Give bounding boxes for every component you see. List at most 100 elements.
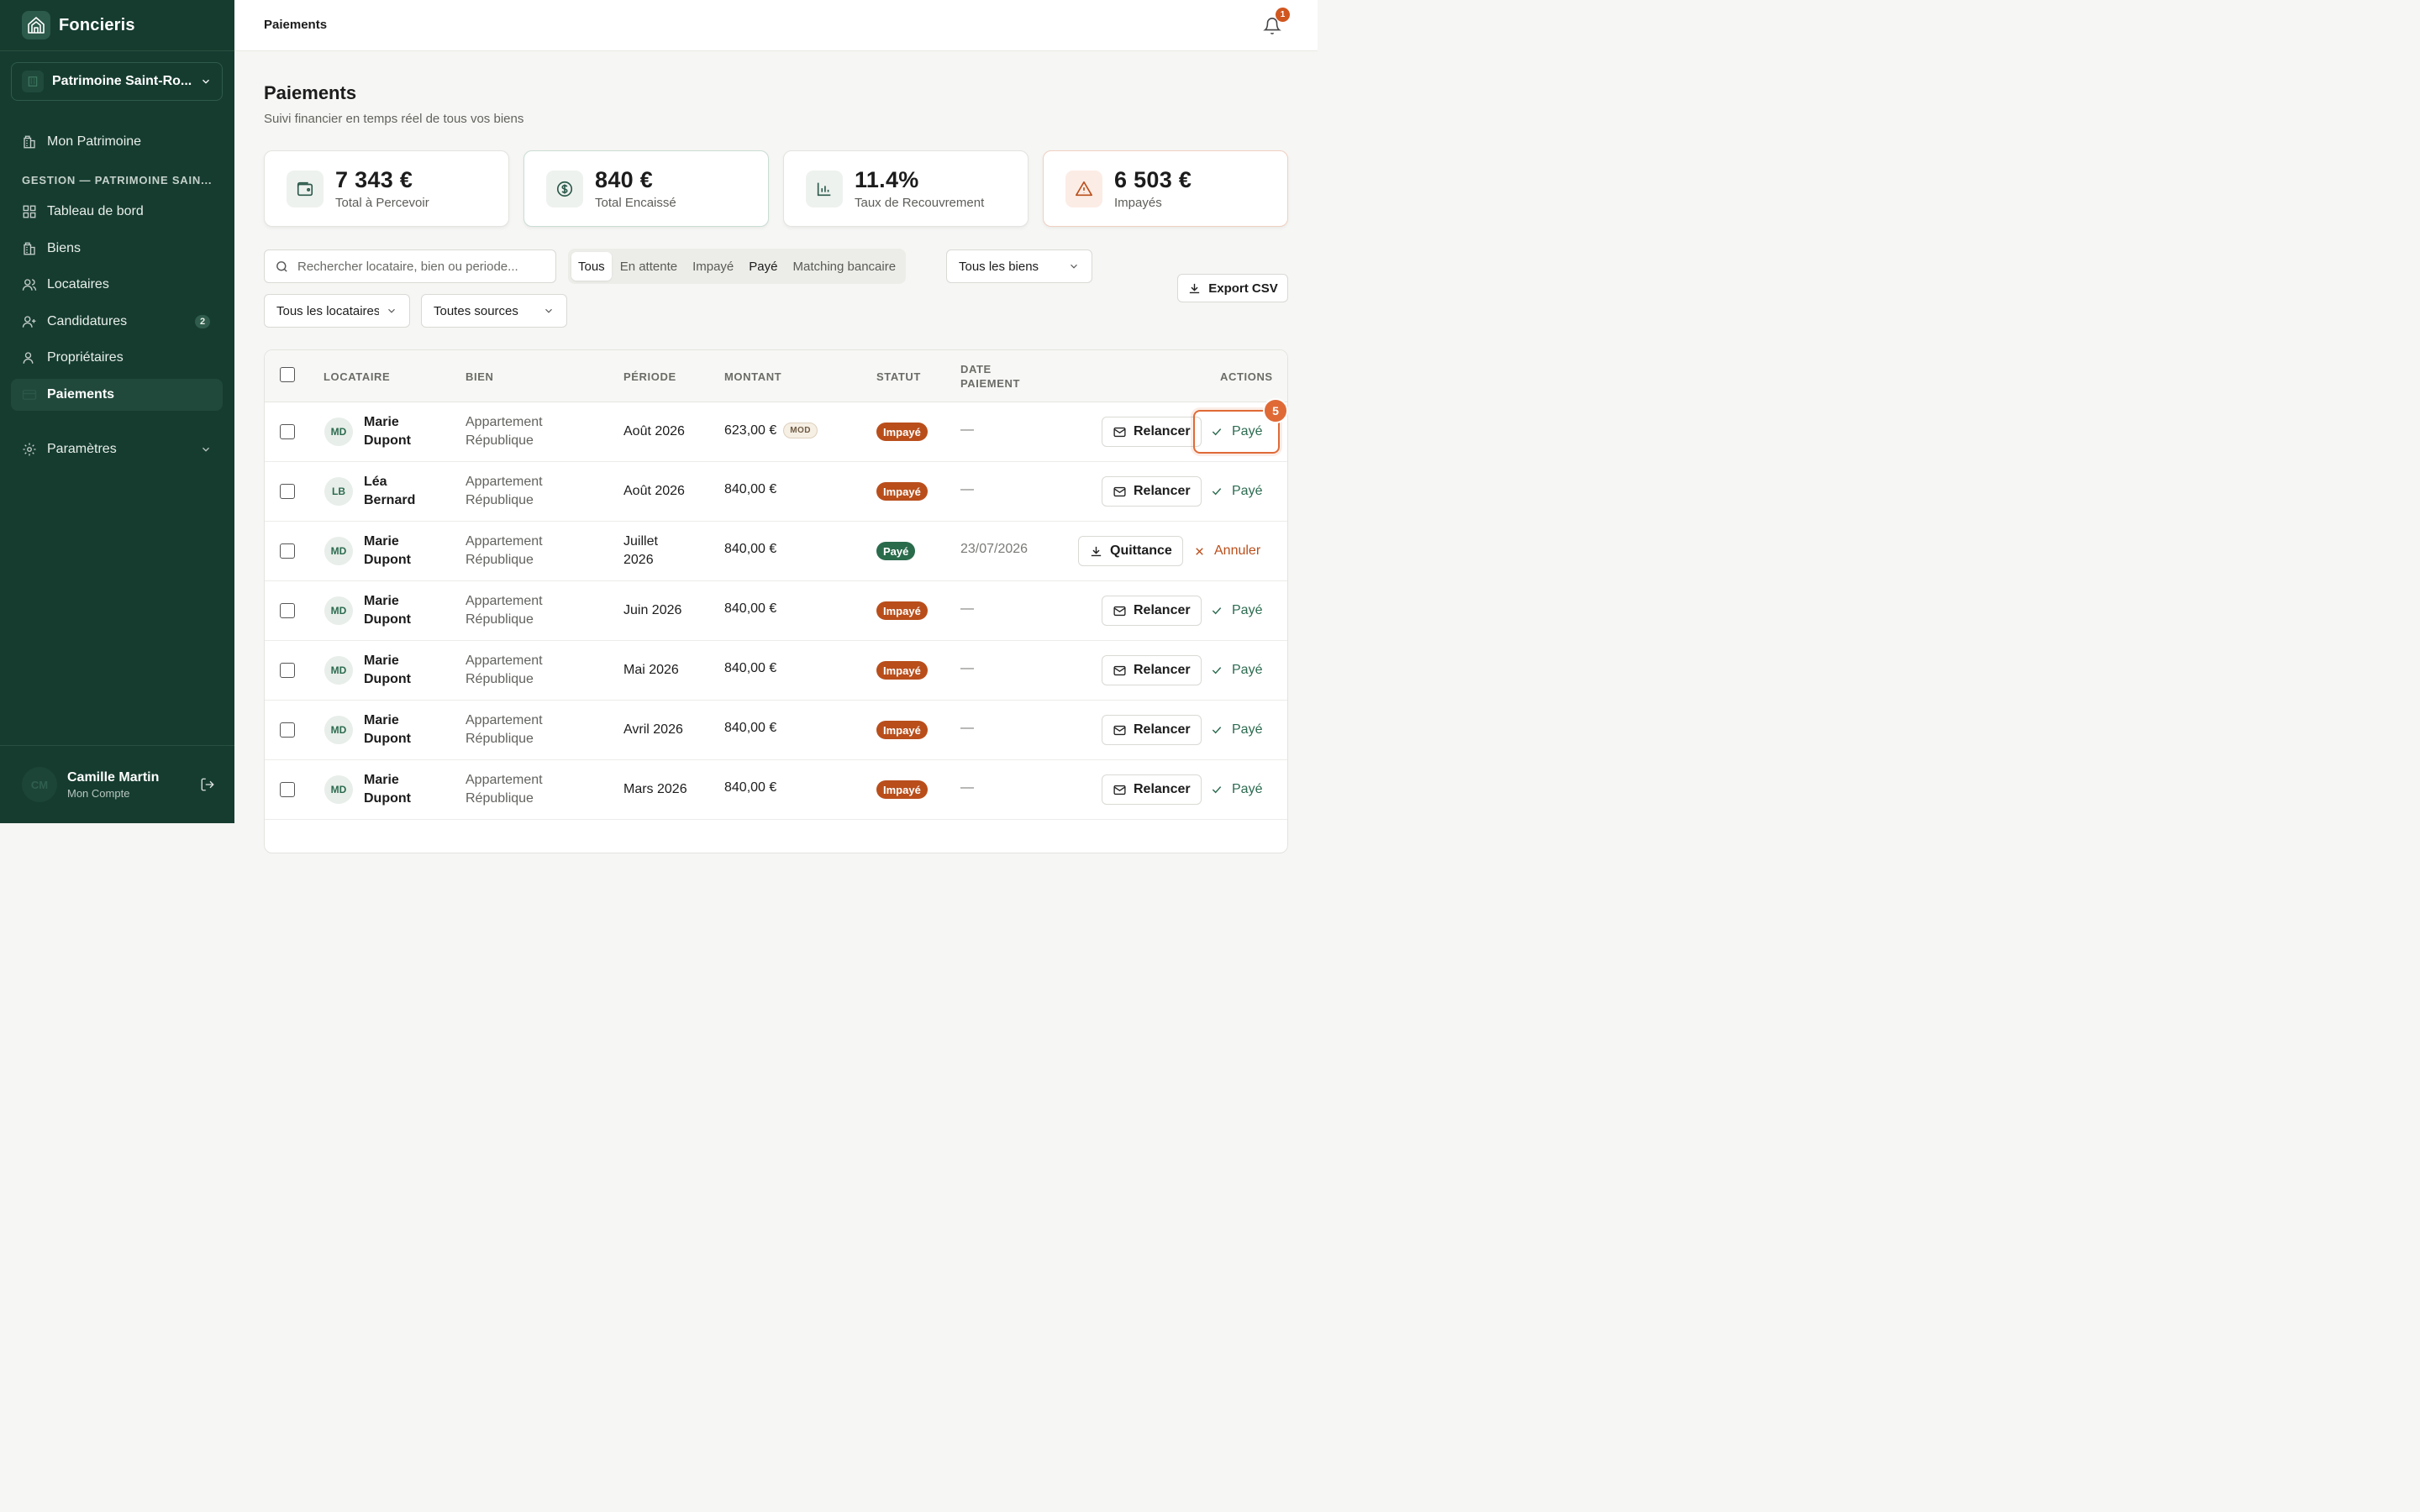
cancel-payment-button[interactable]: Annuler (1178, 536, 1276, 566)
table-row[interactable]: MD Marie Dupont Appartement République M… (265, 760, 1287, 820)
tab-matching-bancaire[interactable]: Matching bancaire (786, 252, 902, 281)
organization-select[interactable]: Patrimoine Saint-Ro... (11, 62, 223, 101)
row-checkbox[interactable] (280, 424, 295, 439)
relancer-button[interactable]: Relancer (1102, 417, 1202, 447)
status-badge: Impayé (876, 780, 928, 799)
mail-icon (1113, 606, 1126, 616)
sidebar-item-mon-patrimoine[interactable]: Mon Patrimoine (11, 126, 223, 158)
column-header-date-paiement[interactable]: DATE PAIEMENT (960, 362, 1044, 391)
amount: 840,00 € (724, 780, 776, 795)
organization-name: Patrimoine Saint-Ro... (52, 74, 192, 88)
quittance-button[interactable]: Quittance (1078, 536, 1183, 566)
column-header-statut[interactable]: STATUT (876, 370, 921, 384)
column-header-locataire[interactable]: LOCATAIRE (324, 370, 390, 384)
tenant-name[interactable]: Marie Dupont (364, 771, 439, 808)
period: Mai 2026 (623, 663, 679, 677)
tab-impaye[interactable]: Impayé (686, 252, 740, 281)
amount: 623,00 € MOD (724, 423, 818, 438)
divider (0, 50, 234, 51)
button-label: Export CSV (1208, 281, 1278, 296)
dollar-circle-icon (546, 170, 583, 207)
sidebar-item-candidatures[interactable]: Candidatures 2 (11, 306, 223, 338)
search-box[interactable] (264, 249, 556, 283)
table-row[interactable]: LB Léa Bernard Appartement République Ao… (265, 462, 1287, 522)
tab-en-attente[interactable]: En attente (613, 252, 684, 281)
mail-icon (1113, 486, 1126, 496)
kpi-label: Total à Percevoir (335, 196, 429, 210)
property-select[interactable]: Tous les biens (946, 249, 1092, 283)
column-header-montant[interactable]: MONTANT (724, 370, 781, 384)
notification-badge: 1 (1276, 8, 1290, 22)
mark-paid-button[interactable]: Payé (1195, 417, 1277, 447)
sidebar-item-tableau-de-bord[interactable]: Tableau de bord (11, 196, 223, 228)
payment-date: — (960, 601, 974, 616)
tenant-name[interactable]: Marie Dupont (364, 652, 439, 689)
status-tabs: Tous En attente Impayé Payé Matching ban… (568, 249, 907, 284)
table-row[interactable]: MD Marie Dupont Appartement République A… (265, 701, 1287, 760)
tenant-name[interactable]: Léa Bernard (364, 473, 439, 510)
tenant-name[interactable]: Marie Dupont (364, 711, 439, 748)
button-label: Relancer (1134, 722, 1191, 737)
avatar: LB (324, 477, 353, 506)
column-header-bien[interactable]: BIEN (466, 370, 493, 384)
kpi-label: Total Encaissé (595, 196, 676, 210)
button-label: Payé (1232, 424, 1263, 438)
relancer-button[interactable]: Relancer (1102, 715, 1202, 745)
row-checkbox[interactable] (280, 722, 295, 738)
sidebar-item-biens[interactable]: Biens (11, 233, 223, 265)
tab-tous[interactable]: Tous (571, 252, 612, 281)
mark-paid-button[interactable]: Payé (1195, 476, 1277, 507)
row-checkbox[interactable] (280, 543, 295, 559)
table-row[interactable]: MD Marie Dupont Appartement République J… (265, 581, 1287, 641)
search-input[interactable] (297, 259, 541, 274)
sidebar-item-locataires[interactable]: Locataires (11, 269, 223, 301)
step-badge: 5 (1263, 398, 1288, 423)
mark-paid-button[interactable]: Payé (1195, 774, 1277, 805)
avatar: MD (324, 656, 353, 685)
mail-icon (1113, 427, 1126, 437)
logout-icon[interactable] (200, 777, 215, 792)
row-checkbox[interactable] (280, 782, 295, 797)
amount-value: 840,00 € (724, 721, 777, 735)
relancer-button[interactable]: Relancer (1102, 655, 1202, 685)
select-all-checkbox[interactable] (280, 367, 295, 382)
export-csv-button[interactable]: Export CSV (1177, 274, 1288, 302)
row-checkbox[interactable] (280, 603, 295, 618)
mark-paid-button[interactable]: Payé (1195, 596, 1277, 626)
table-row[interactable]: MD Marie Dupont Appartement République J… (265, 522, 1287, 581)
sidebar-item-proprietaires[interactable]: Propriétaires (11, 342, 223, 374)
select-value: Tous les biens (959, 259, 1039, 274)
tenant-select[interactable]: Tous les locataires (264, 294, 410, 328)
sidebar-item-parametres[interactable]: Paramètres (11, 433, 223, 465)
button-label: Relancer (1134, 663, 1191, 677)
source-select[interactable]: Toutes sources (421, 294, 567, 328)
row-checkbox[interactable] (280, 484, 295, 499)
column-header-periode[interactable]: PÉRIODE (623, 370, 676, 384)
relancer-button[interactable]: Relancer (1102, 596, 1202, 626)
period: Juin 2026 (623, 603, 682, 617)
mark-paid-button[interactable]: Payé (1195, 715, 1277, 745)
kpi-label: Taux de Recouvrement (855, 196, 985, 210)
sidebar-item-paiements[interactable]: Paiements (11, 379, 223, 411)
building-icon (24, 135, 35, 149)
property-name: Appartement République (466, 654, 543, 686)
tenant-name[interactable]: Marie Dupont (364, 413, 439, 450)
tenant-name[interactable]: Marie Dupont (364, 592, 439, 629)
account-menu[interactable]: CM Camille Martin Mon Compte (22, 766, 215, 803)
tenant-name[interactable]: Marie Dupont (364, 533, 439, 570)
mark-paid-button[interactable]: Payé (1195, 655, 1277, 685)
amount-value: 840,00 € (724, 542, 777, 556)
relancer-button[interactable]: Relancer (1102, 476, 1202, 507)
chevron-down-icon (203, 79, 209, 84)
brand[interactable]: Foncieris (22, 11, 135, 39)
column-header-actions: ACTIONS (1220, 370, 1273, 383)
row-checkbox[interactable] (280, 663, 295, 678)
relancer-button[interactable]: Relancer (1102, 774, 1202, 805)
table-row[interactable]: MD Marie Dupont Appartement République A… (265, 402, 1287, 462)
table-header: LOCATAIRE BIEN PÉRIODE MONTANT STATUT DA… (265, 350, 1287, 402)
user-icon (23, 352, 34, 364)
table-row[interactable]: MD Marie Dupont Appartement République M… (265, 641, 1287, 701)
amount-value: 623,00 € (724, 423, 777, 438)
tab-paye[interactable]: Payé (742, 252, 784, 281)
modified-tag: MOD (783, 423, 818, 438)
